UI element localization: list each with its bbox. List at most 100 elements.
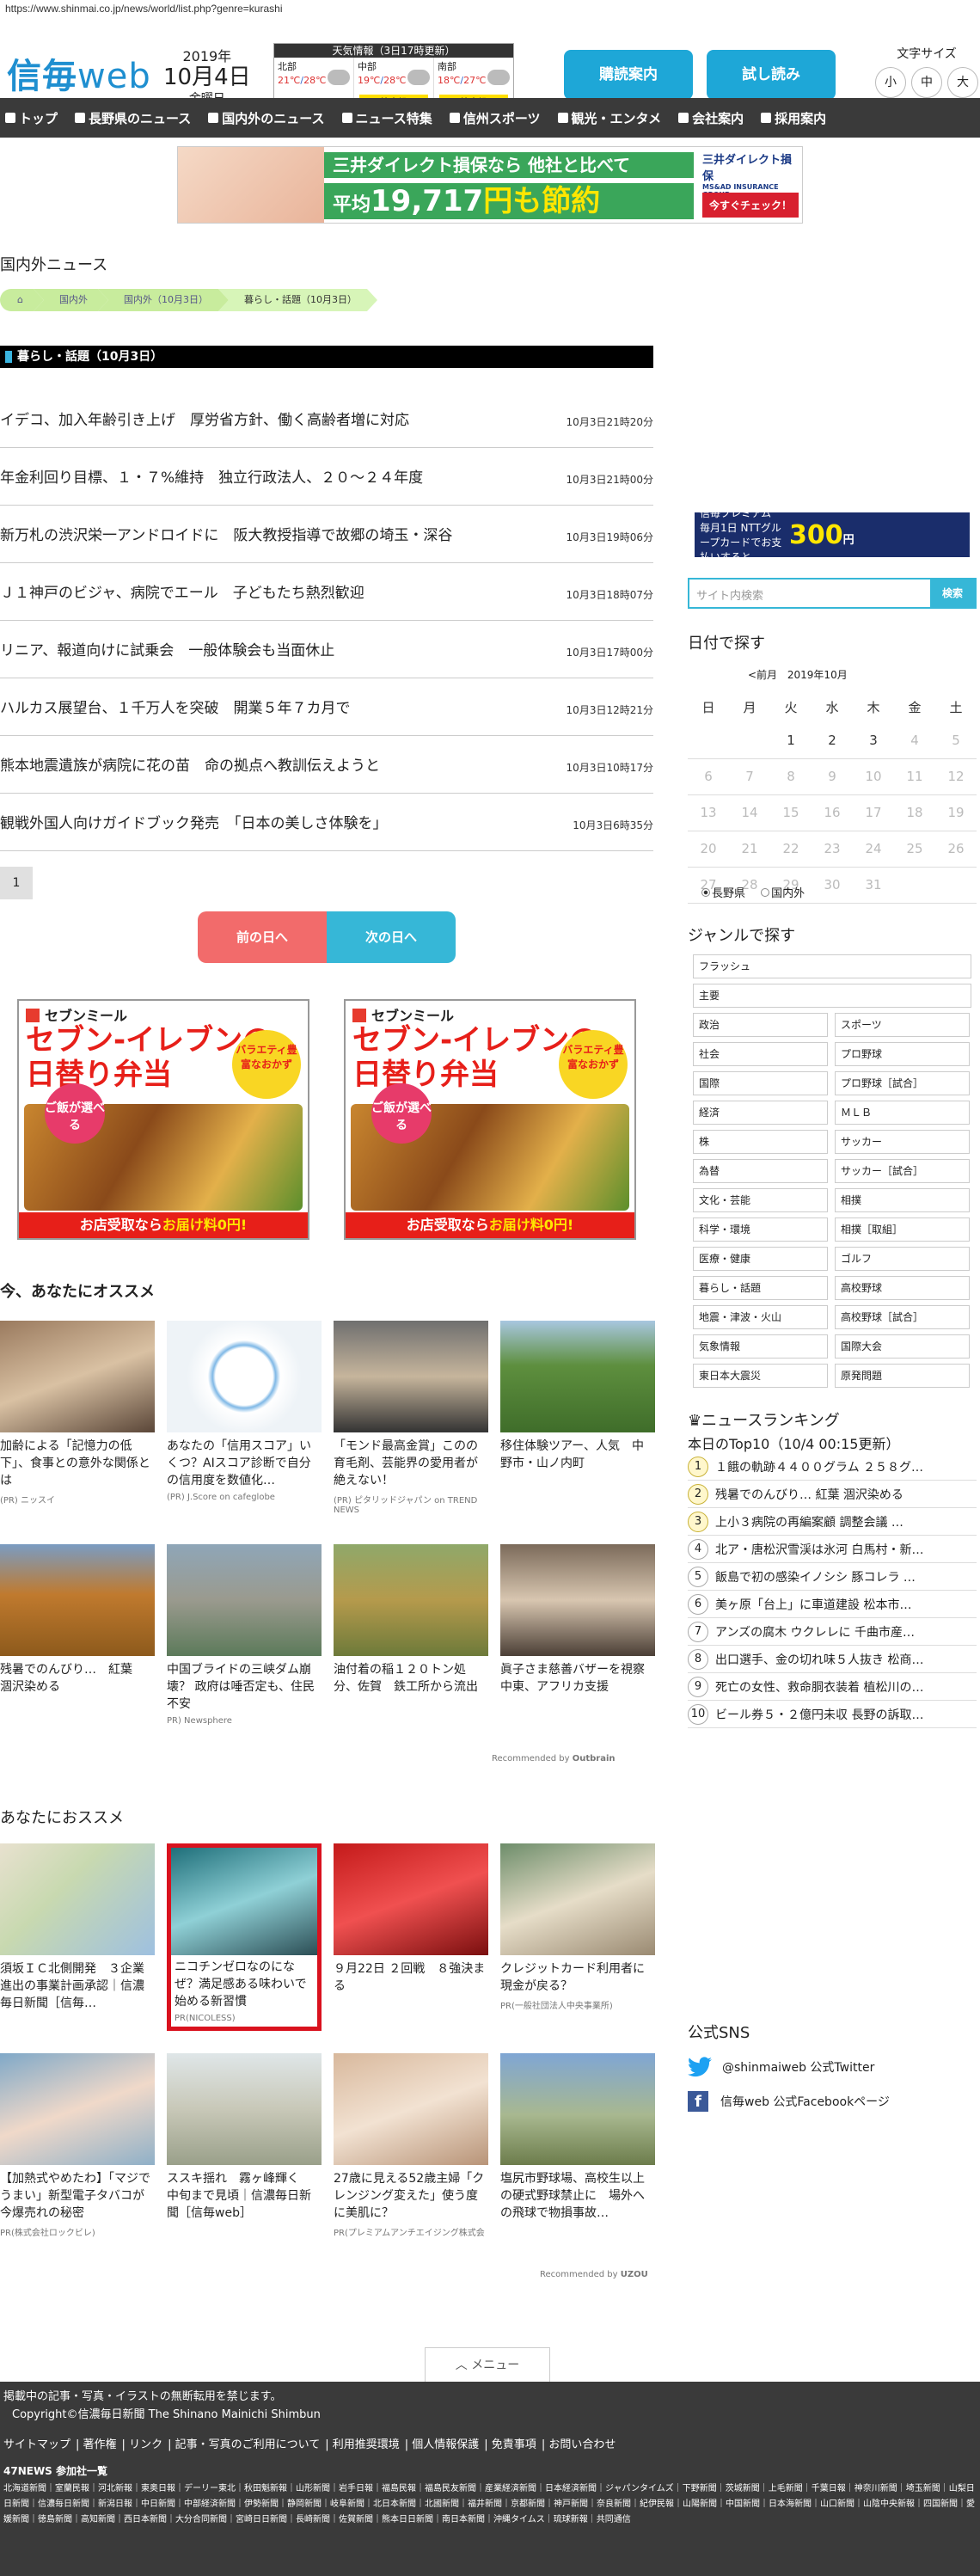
ranking-link[interactable]: ビール券５・２億円未収 長野の訴取… bbox=[715, 1706, 923, 1723]
card-caption[interactable]: 中国ブライドの三峡ダム崩壊？ 政府は唾否定も、住民不安 bbox=[167, 1661, 322, 1713]
footer-link[interactable]: 免責事項 bbox=[492, 2438, 536, 2451]
recommend-card[interactable]: ススキ揺れ 霧ヶ峰輝く 中旬まで見頃｜信濃毎日新聞［信毎web］ bbox=[167, 2053, 322, 2225]
radio-nagano[interactable]: 長野県 bbox=[701, 884, 745, 900]
footer-papers-list[interactable]: 北海道新聞｜室蘭民報｜河北新報｜東奥日報｜デーリー東北｜秋田魁新報｜山形新聞｜岩… bbox=[0, 2478, 980, 2531]
recommend-card[interactable]: あなたの「信用スコア」いくつ？AIスコア診断で自分の信用度を数値化… (PR) J… bbox=[167, 1321, 322, 1502]
news-item[interactable]: 新万札の渋沢栄一アンドロイドに 阪大教授指導で故郷の埼玉・深谷 10月3日19時0… bbox=[0, 506, 653, 563]
site-logo[interactable]: 信毎web bbox=[7, 48, 151, 98]
recommend-card[interactable]: 残暑でのんびり… 紅葉 涸沢染める bbox=[0, 1544, 155, 1699]
recommend-card[interactable]: 油付着の稲１２０トン処分、佐賀 鉄工所から流出 bbox=[334, 1544, 488, 1699]
recommend-card[interactable]: 27歳に見える52歳主婦「クレンジング変えた」使う度に美肌に？ PR(プレミアムア… bbox=[334, 2053, 488, 2238]
news-item[interactable]: イデコ、加入年齢引き上げ 厚労省方針、働く高齢者増に対応 10月3日21時20分 bbox=[0, 390, 653, 448]
ranking-link[interactable]: 北ア・唐松沢雪渓は氷河 白馬村・新… bbox=[715, 1541, 923, 1558]
card-caption[interactable]: 加齢による「記憶力の低下」、食事との意外な関係とは bbox=[0, 1438, 155, 1489]
news-title[interactable]: 熊本地震遺族が病院に花の苗 命の拠点へ教訓伝えようと bbox=[0, 753, 380, 775]
font-size-small-button[interactable]: 小 bbox=[875, 67, 906, 98]
card-caption[interactable]: ９月22日 ２回戦 ８強決まる bbox=[334, 1960, 488, 1995]
ranking-link[interactable]: アンズの腐木 ウクレレに 千曲市産… bbox=[715, 1623, 915, 1641]
genre-item[interactable]: 文化・芸能 bbox=[693, 1188, 828, 1212]
genre-item[interactable]: フラッシュ bbox=[693, 954, 971, 978]
font-size-medium-button[interactable]: 中 bbox=[911, 67, 942, 98]
ranking-item[interactable]: 3 上小３病院の再編案顧 調整会議 … bbox=[688, 1508, 977, 1536]
genre-item[interactable]: 相撲 bbox=[835, 1188, 970, 1212]
genre-item[interactable]: 相撲［取組］ bbox=[835, 1217, 970, 1242]
recommend-card[interactable]: 「モンド最高金賞」このの育毛剤、芸能界の愛用者が絶えない！ (PR) ピタリッドジ… bbox=[334, 1321, 488, 1515]
genre-item[interactable]: 株 bbox=[693, 1130, 828, 1154]
news-title[interactable]: 新万札の渋沢栄一アンドロイドに 阪大教授指導で故郷の埼玉・深谷 bbox=[0, 523, 452, 544]
genre-item[interactable]: 高校野球［試合］ bbox=[835, 1305, 970, 1329]
news-item[interactable]: Ｊ１神戸のビジャ、病院でエール 子どもたち熱烈歓迎 10月3日18時07分 bbox=[0, 563, 653, 621]
genre-item[interactable]: プロ野球 bbox=[835, 1042, 970, 1066]
footer-link[interactable]: リンク bbox=[129, 2438, 162, 2451]
ranking-item[interactable]: 8 出口選手、金の切れ味５人抜き 松商… bbox=[688, 1646, 977, 1673]
card-caption[interactable]: 須坂ＩＣ北側開発 ３企業進出の事業計画承認｜信濃毎日新聞［信毎… bbox=[0, 1960, 155, 2012]
search-input[interactable]: サイト内検索 bbox=[689, 580, 930, 607]
calendar-day[interactable]: 1 bbox=[770, 722, 812, 759]
uzou-attribution[interactable]: Recommended by UZOU bbox=[540, 2270, 648, 2279]
recommend-card[interactable]: 【加熱式やめたわ】「マジでうまい」新型電子タバコが今爆売れの秘密 PR(株式会社ロ… bbox=[0, 2053, 155, 2238]
genre-item[interactable]: 暮らし・話題 bbox=[693, 1276, 828, 1300]
recommend-card[interactable]: 眞子さま慈善バザーを視察 中東、アフリカ支援 bbox=[500, 1544, 657, 1699]
nav-top[interactable]: トップ bbox=[5, 109, 58, 127]
card-caption[interactable]: ススキ揺れ 霧ヶ峰輝く 中旬まで見頃｜信濃毎日新聞［信毎web］ bbox=[167, 2170, 322, 2222]
news-title[interactable]: リニア、報道向けに試乗会 一般体験会も当面休止 bbox=[0, 638, 334, 659]
news-item[interactable]: リニア、報道向けに試乗会 一般体験会も当面休止 10月3日17時00分 bbox=[0, 621, 653, 678]
genre-item[interactable]: 為替 bbox=[693, 1159, 828, 1183]
ranking-link[interactable]: １餓の軌跡４４００グラム ２５８グ… bbox=[715, 1458, 923, 1475]
news-title[interactable]: ハルカス展望台、１千万人を突破 開業５年７カ月で bbox=[0, 696, 351, 717]
ranking-item[interactable]: 1 １餓の軌跡４４００グラム ２５８グ… bbox=[688, 1453, 977, 1481]
ranking-item[interactable]: 7 アンズの腐木 ウクレレに 千曲市産… bbox=[688, 1618, 977, 1646]
breadcrumb-item[interactable]: 国内外 bbox=[34, 289, 108, 311]
prev-month-link[interactable]: <前月 bbox=[748, 669, 777, 681]
recommend-card[interactable]: 加齢による「記憶力の低下」、食事との意外な関係とは (PR) ニッスイ bbox=[0, 1321, 155, 1506]
url-bar[interactable]: https://www.shinmai.co.jp/news/world/lis… bbox=[0, 0, 980, 19]
recommend-card-sponsored[interactable]: ニコチンゼロなのになぜ？満足感ある味わいで始める新習慣 PR(NICOLESS) bbox=[167, 1843, 322, 2031]
genre-item[interactable]: 国際 bbox=[693, 1071, 828, 1095]
genre-item[interactable]: 経済 bbox=[693, 1101, 828, 1125]
card-caption[interactable]: 眞子さま慈善バザーを視察 中東、アフリカ支援 bbox=[500, 1661, 657, 1696]
ranking-item[interactable]: 4 北ア・唐松沢雪渓は氷河 白馬村・新… bbox=[688, 1536, 977, 1563]
card-caption[interactable]: クレジットカード利用者に現金が戻る？ bbox=[500, 1960, 655, 1995]
ranking-link[interactable]: 出口選手、金の切れ味５人抜き 松商… bbox=[715, 1651, 923, 1668]
news-title[interactable]: Ｊ１神戸のビジャ、病院でエール 子どもたち熱烈歓迎 bbox=[0, 580, 364, 602]
facebook-link[interactable]: f 信毎web 公式Facebookページ bbox=[688, 2091, 977, 2112]
outbrain-attribution[interactable]: Recommended by Outbrain bbox=[492, 1754, 616, 1763]
genre-item[interactable]: サッカー bbox=[835, 1130, 970, 1154]
radio-world[interactable]: 国内外 bbox=[761, 884, 805, 900]
twitter-link[interactable]: @shinmaiweb 公式Twitter bbox=[688, 2057, 977, 2077]
recommend-card[interactable]: 中国ブライドの三峡ダム崩壊？ 政府は唾否定も、住民不安 PR) Newsphere bbox=[167, 1544, 322, 1726]
ranking-link[interactable]: 美ヶ原「台上」に車道建設 松本市… bbox=[715, 1596, 911, 1613]
nav-tourism[interactable]: 観光・エンタメ bbox=[557, 109, 661, 127]
footer-link[interactable]: 著作権 bbox=[83, 2438, 117, 2451]
calendar-day[interactable]: 3 bbox=[853, 722, 894, 759]
nav-sports[interactable]: 信州スポーツ bbox=[449, 109, 541, 127]
facebook-label[interactable]: 信毎web 公式Facebookページ bbox=[720, 2093, 890, 2110]
ranking-item[interactable]: 5 飯島で初の感染イノシシ 豚コレラ … bbox=[688, 1563, 977, 1591]
side-ad-premium[interactable]: 信毎プレミアム 毎月1日 NTTグループカードでお支払いすると 300円 bbox=[695, 507, 970, 563]
genre-item[interactable]: 国際大会 bbox=[835, 1334, 970, 1359]
menu-toggle-button[interactable]: ︿ メニュー bbox=[425, 2347, 550, 2382]
genre-item[interactable]: サッカー［試合］ bbox=[835, 1159, 970, 1183]
nav-company[interactable]: 会社案内 bbox=[678, 109, 744, 127]
card-caption[interactable]: 27歳に見える52歳主婦「クレンジング変えた」使う度に美肌に？ bbox=[334, 2170, 488, 2222]
subscription-guide-button[interactable]: 購読案内 bbox=[564, 50, 693, 100]
ranking-item[interactable]: 2 残暑でのんびり… 紅葉 涸沢染める bbox=[688, 1481, 977, 1508]
ad-seven-meal[interactable]: セブンミール セブン‐イレブンの 日替り弁当 バラエティ豊富なおかず ご飯が選べる… bbox=[17, 999, 309, 1240]
footer-link[interactable]: 個人情報保護 bbox=[412, 2438, 479, 2451]
genre-item[interactable]: スポーツ bbox=[835, 1013, 970, 1037]
ranking-item[interactable]: 10 ビール券５・２億円未収 長野の訴取… bbox=[688, 1701, 977, 1728]
recommend-card[interactable]: 塩尻市野球場、高校生以上の硬式野球禁止に 場外への飛球で物損事故… bbox=[500, 2053, 655, 2225]
news-item[interactable]: 観戦外国人向けガイドブック発売 「日本の美しさ体験を」 10月3日6時35分 bbox=[0, 794, 653, 851]
card-caption[interactable]: 残暑でのんびり… 紅葉 涸沢染める bbox=[0, 1661, 155, 1696]
ad-seven-meal[interactable]: セブンミール セブン‐イレブンの 日替り弁当 バラエティ豊富なおかず ご飯が選べる… bbox=[344, 999, 636, 1240]
genre-item[interactable]: プロ野球［試合］ bbox=[835, 1071, 970, 1095]
card-caption[interactable]: ニコチンゼロなのになぜ？満足感ある味わいで始める新習慣 bbox=[175, 1959, 314, 2010]
recommend-card[interactable]: 須坂ＩＣ北側開発 ３企業進出の事業計画承認｜信濃毎日新聞［信毎… bbox=[0, 1843, 155, 2015]
genre-item[interactable]: 主要 bbox=[693, 984, 971, 1008]
prev-day-button[interactable]: 前の日へ bbox=[198, 911, 327, 963]
twitter-label[interactable]: @shinmaiweb 公式Twitter bbox=[722, 2058, 874, 2076]
footer-link[interactable]: 利用推奨環境 bbox=[333, 2438, 400, 2451]
footer-link[interactable]: お問い合わせ bbox=[548, 2438, 616, 2451]
genre-item[interactable]: 医療・健康 bbox=[693, 1247, 828, 1271]
genre-item[interactable]: 社会 bbox=[693, 1042, 828, 1066]
